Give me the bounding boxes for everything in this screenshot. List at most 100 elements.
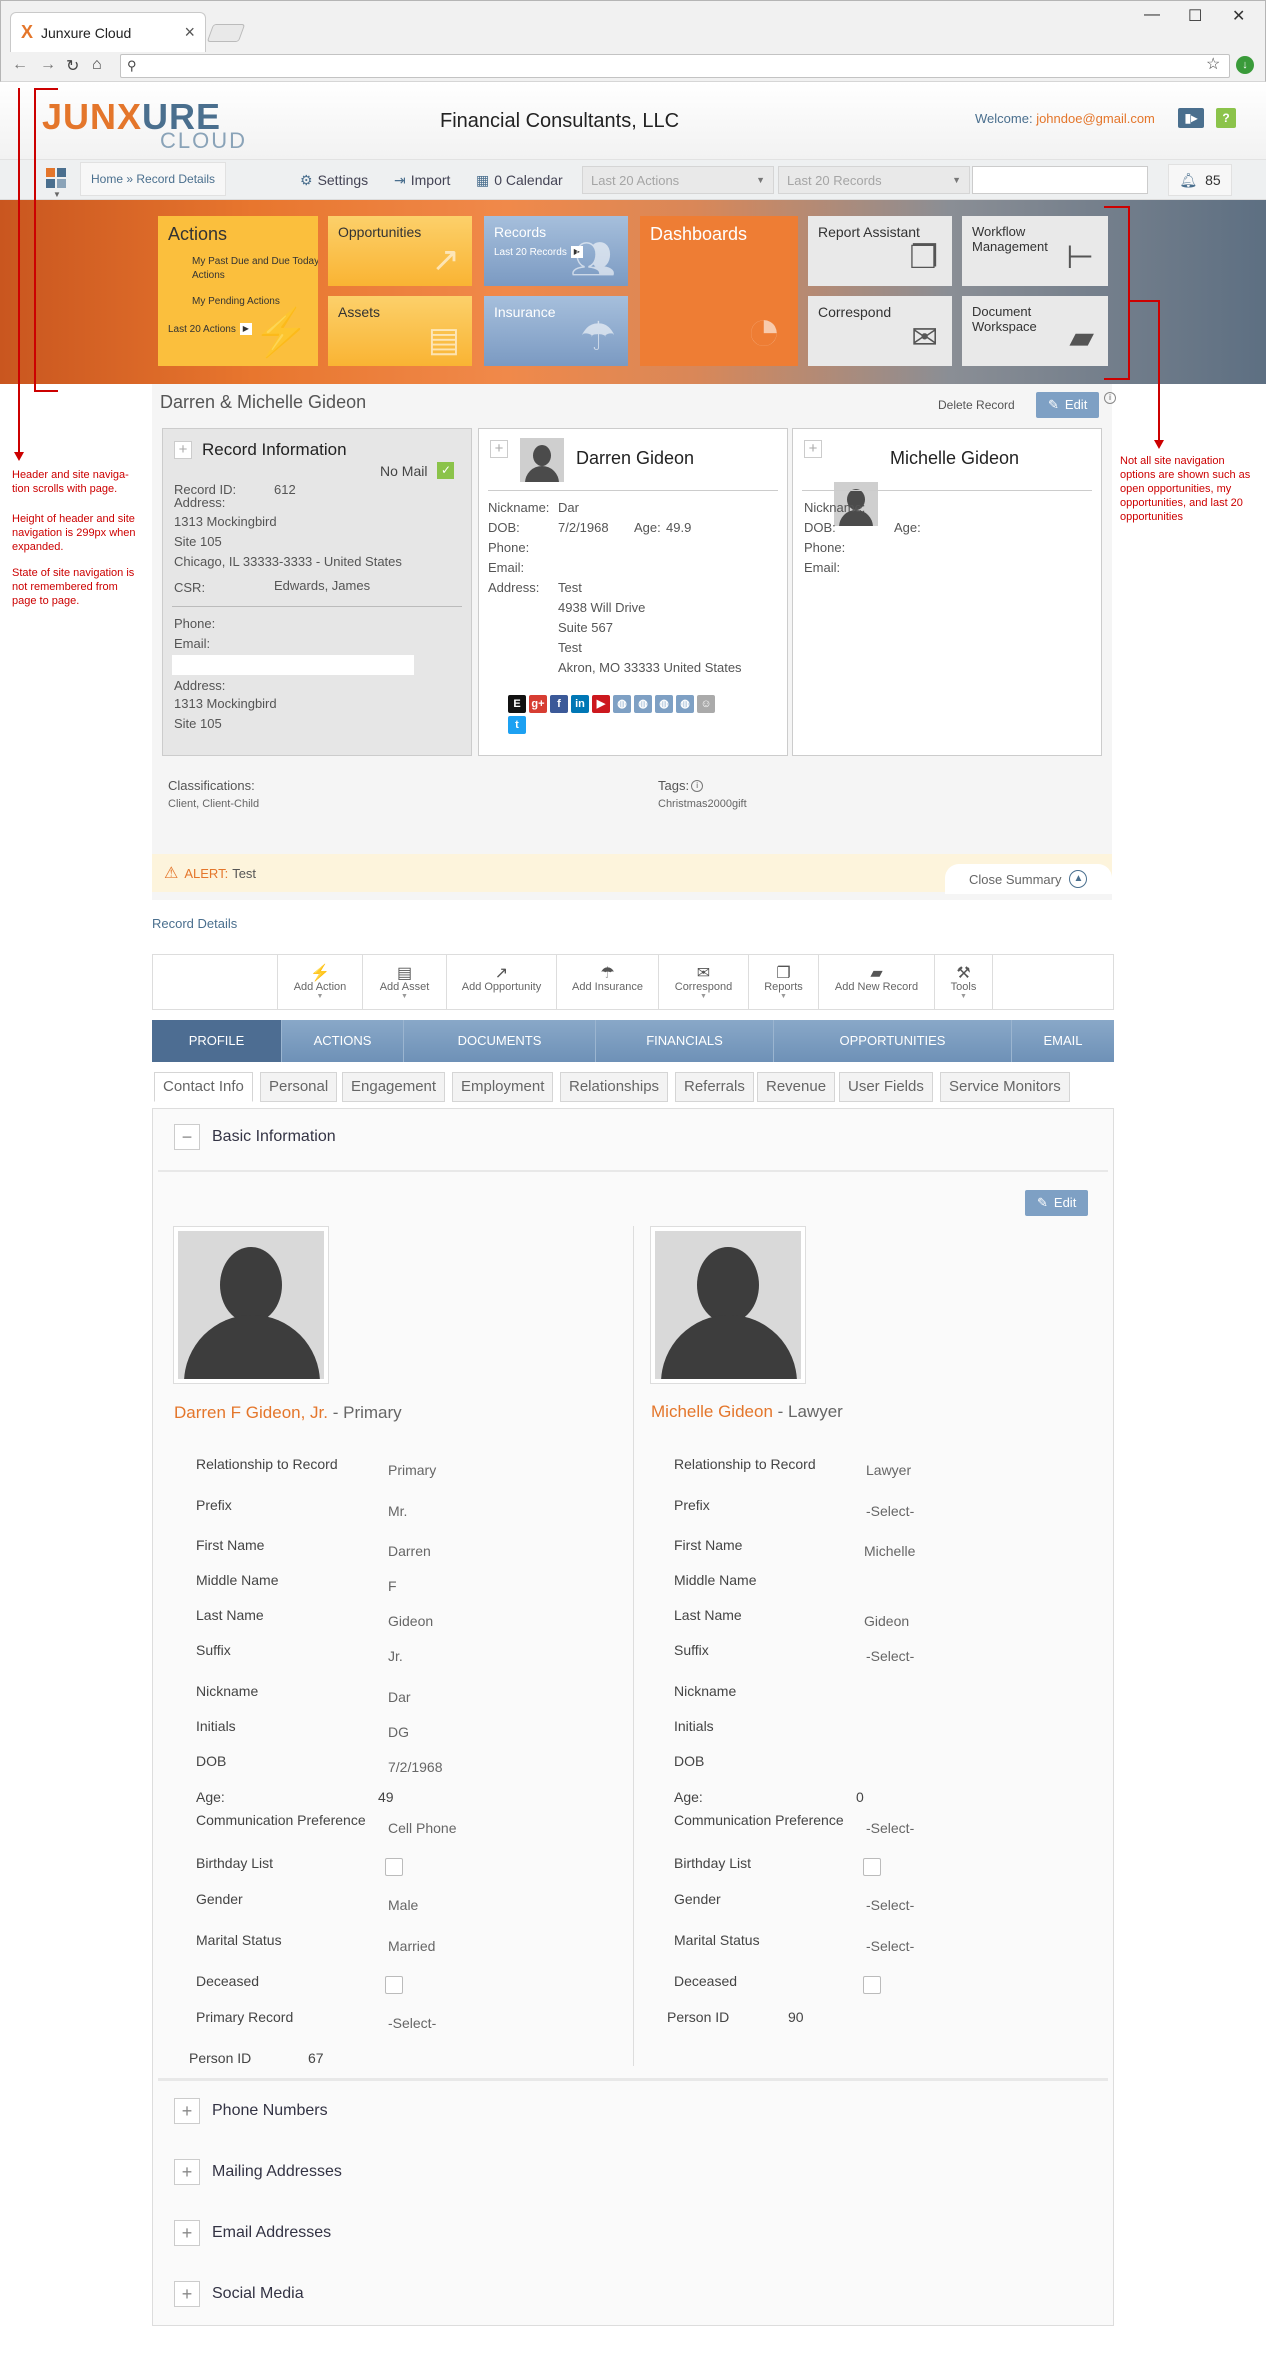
expand-plus-icon[interactable]: + (174, 2098, 200, 2124)
help-icon[interactable]: ? (1216, 108, 1236, 128)
marital-status-value[interactable]: -Select- (866, 1938, 914, 1954)
youtube-icon[interactable]: ▶ (592, 695, 610, 713)
initials-value[interactable]: DG (388, 1724, 409, 1740)
primary-record-value[interactable]: -Select- (388, 2015, 436, 2031)
apps-caret-icon[interactable]: ▼ (53, 190, 61, 199)
add-opportunity-button[interactable]: ↗ Add Opportunity (447, 955, 557, 1009)
tile-dashboards[interactable]: Dashboards ◔ (640, 216, 798, 366)
close-window-icon[interactable]: ✕ (1232, 6, 1245, 26)
globe-icon[interactable]: ◍ (655, 695, 673, 713)
edit-summary-button[interactable]: ✎ Edit (1036, 392, 1100, 418)
evernote-icon[interactable]: E (508, 695, 526, 713)
tile-correspond[interactable]: Correspond ✉ (808, 296, 952, 366)
subtab-contact-info[interactable]: Contact Info (154, 1072, 253, 1102)
extension-icon[interactable]: ↓ (1236, 56, 1254, 74)
tile-records[interactable]: Records Last 20 Records ▶ 👥︎ (484, 216, 628, 286)
add-new-record-button[interactable]: ▰ Add New Record (819, 955, 935, 1009)
suffix-value[interactable]: -Select- (866, 1648, 914, 1664)
section-mailing-addresses[interactable]: + Mailing Addresses (174, 2159, 342, 2185)
maximize-icon[interactable]: ☐ (1188, 6, 1202, 26)
user-menu-icon[interactable]: ▮▸ (1178, 108, 1204, 128)
tile-report-assistant[interactable]: Report Assistant ❐ (808, 216, 952, 286)
past-due-link[interactable]: My Past Due and Due Today Actions (192, 255, 318, 283)
back-icon[interactable]: ← (12, 56, 28, 74)
expand-plus-icon[interactable]: + (174, 2159, 200, 2185)
tile-insurance[interactable]: Insurance ☂ (484, 296, 628, 366)
minimize-icon[interactable]: — (1144, 6, 1160, 24)
section-social-media[interactable]: + Social Media (174, 2281, 304, 2307)
import-link[interactable]: ⇥ Import (394, 172, 450, 189)
subtab-relationships[interactable]: Relationships (560, 1072, 669, 1102)
bookmark-star-icon[interactable]: ☆ (1206, 54, 1220, 74)
prefix-value[interactable]: Mr. (388, 1503, 407, 1519)
last-records-dropdown[interactable]: Last 20 Records ▼ (778, 166, 970, 194)
suffix-value[interactable]: Jr. (388, 1648, 403, 1664)
edit-basic-info-button[interactable]: ✎ Edit (1025, 1190, 1089, 1216)
breadcrumb[interactable]: Home » Record Details (80, 162, 227, 196)
person-name[interactable]: Darren Gideon (576, 448, 694, 469)
first-name-value[interactable]: Darren (388, 1543, 431, 1559)
settings-link[interactable]: ⚙ Settings (300, 172, 368, 189)
info-icon[interactable]: i (1104, 392, 1116, 404)
tab-actions[interactable]: ACTIONS (282, 1020, 404, 1062)
expand-plus-icon[interactable]: + (174, 2220, 200, 2246)
gender-value[interactable]: Male (388, 1897, 418, 1913)
expand-plus-icon[interactable]: + (490, 440, 508, 458)
google-plus-icon[interactable]: g+ (529, 695, 547, 713)
subtab-engagement[interactable]: Engagement (342, 1072, 446, 1102)
tab-documents[interactable]: DOCUMENTS (404, 1020, 596, 1062)
user-email-link[interactable]: johndoe@gmail.com (1036, 111, 1155, 126)
tile-workflow-management[interactable]: Workflow Management ⊢ (962, 216, 1108, 286)
add-asset-button[interactable]: ▤ Add Asset ▼ (363, 955, 447, 1009)
subtab-user-fields[interactable]: User Fields (839, 1072, 933, 1102)
forward-icon[interactable]: → (40, 56, 56, 74)
deceased-checkbox[interactable] (863, 1976, 881, 1994)
tile-document-workspace[interactable]: Document Workspace ▰ (962, 296, 1108, 366)
subtab-personal[interactable]: Personal (260, 1072, 338, 1102)
tile-assets[interactable]: Assets ▤ (328, 296, 472, 366)
profile-photo[interactable] (650, 1226, 806, 1384)
profile-photo[interactable] (173, 1226, 329, 1384)
expand-plus-icon[interactable]: + (174, 2281, 200, 2307)
tile-opportunities[interactable]: Opportunities ↗ (328, 216, 472, 286)
tab-opportunities[interactable]: OPPORTUNITIES (774, 1020, 1012, 1062)
middle-name-value[interactable]: F (388, 1578, 397, 1594)
globe-icon[interactable]: ◍ (634, 695, 652, 713)
last-name-value[interactable]: Gideon (388, 1613, 433, 1629)
communication-preference-value[interactable]: Cell Phone (388, 1820, 457, 1836)
notifications-button[interactable]: 🔔︎ 85 (1168, 164, 1232, 196)
linkedin-icon[interactable]: in (571, 695, 589, 713)
tile-actions[interactable]: Actions My Past Due and Due Today Action… (158, 216, 318, 366)
calendar-link[interactable]: ▦ 0 Calendar (476, 172, 563, 189)
expand-plus-icon[interactable]: + (804, 440, 822, 458)
expand-plus-icon[interactable]: + (174, 441, 192, 459)
gender-value[interactable]: -Select- (866, 1897, 914, 1913)
relationship-value[interactable]: Lawyer (866, 1462, 911, 1478)
delete-record-link[interactable]: Delete Record (938, 398, 1015, 412)
close-summary-button[interactable]: Close Summary ▲ (945, 864, 1112, 894)
apps-grid-icon[interactable] (46, 168, 66, 188)
deceased-checkbox[interactable] (385, 1976, 403, 1994)
first-name-value[interactable]: Michelle (864, 1543, 915, 1559)
relationship-value[interactable]: Primary (388, 1462, 436, 1478)
collapse-minus-icon[interactable]: − (174, 1124, 200, 1150)
subtab-referrals[interactable]: Referrals (675, 1072, 754, 1102)
tab-financials[interactable]: FINANCIALS (596, 1020, 774, 1062)
tools-button[interactable]: ⚒ Tools ▼ (935, 955, 993, 1009)
birthday-list-checkbox[interactable] (863, 1858, 881, 1876)
info-icon[interactable]: i (691, 779, 704, 792)
tab-email[interactable]: EMAIL (1012, 1020, 1114, 1062)
section-phone-numbers[interactable]: + Phone Numbers (174, 2098, 328, 2124)
last-actions-dropdown[interactable]: Last 20 Actions ▼ (582, 166, 774, 194)
tab-close-icon[interactable]: × (184, 22, 195, 43)
marital-status-value[interactable]: Married (388, 1938, 435, 1954)
address-bar[interactable]: ⚲ (120, 54, 1230, 78)
new-tab-button[interactable] (206, 24, 246, 42)
junxure-logo[interactable]: JUNXURE CLOUD (42, 99, 247, 154)
subtab-revenue[interactable]: Revenue (757, 1072, 836, 1102)
checkmark-icon[interactable]: ✓ (437, 462, 455, 479)
subtab-service-monitors[interactable]: Service Monitors (940, 1072, 1070, 1102)
home-icon[interactable]: ⌂ (92, 56, 102, 74)
basic-information-header[interactable]: − Basic Information (174, 1124, 336, 1150)
birthday-list-checkbox[interactable] (385, 1858, 403, 1876)
